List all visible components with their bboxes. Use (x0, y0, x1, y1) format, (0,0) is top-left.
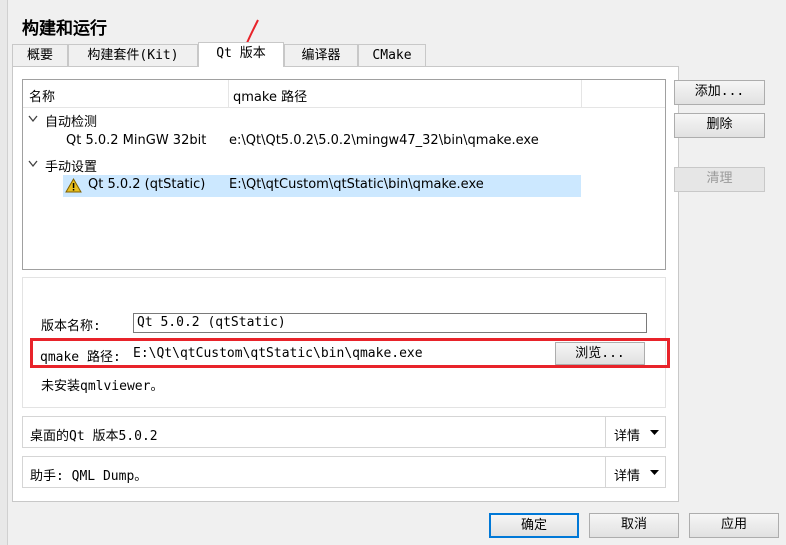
apply-button[interactable]: 应用 (689, 513, 779, 538)
section-assistant: 助手: QML Dump。 详情 (22, 456, 666, 488)
tree-header: 名称 qmake 路径 (23, 80, 665, 108)
tab-qt-versions[interactable]: Qt 版本 (198, 42, 284, 67)
tree-group-auto[interactable]: 自动检测 (23, 109, 665, 130)
section-text: 桌面的Qt 版本5.0.2 (30, 429, 158, 444)
dropdown-arrow-icon (650, 470, 659, 475)
header-divider (228, 80, 229, 108)
qmlviewer-note: 未安装qmlviewer。 (41, 379, 164, 394)
tab-compilers[interactable]: 编译器 (284, 44, 358, 66)
clean-button[interactable]: 清理 (674, 167, 765, 192)
tree-group-manual[interactable]: 手动设置 (23, 154, 665, 175)
cancel-button[interactable]: 取消 (589, 513, 679, 538)
chevron-down-icon[interactable] (28, 160, 38, 168)
details-toggle-button[interactable]: 详情 (605, 457, 665, 487)
annotation-highlight-box (30, 338, 670, 368)
column-header-qmake-path[interactable]: qmake 路径 (233, 86, 307, 105)
tree-row[interactable]: Qt 5.0.2 MinGW 32bit e:\Qt\Qt5.0.2\5.0.2… (63, 131, 581, 153)
warning-icon (65, 178, 82, 193)
versions-tree[interactable]: 名称 qmake 路径 自动检测 Qt 5.0.2 MinGW 32bit e:… (22, 79, 666, 270)
dropdown-arrow-icon (650, 430, 659, 435)
add-button[interactable]: 添加... (674, 80, 765, 105)
column-header-name[interactable]: 名称 (29, 86, 55, 105)
tab-overview[interactable]: 概要 (12, 44, 68, 66)
tree-group-label: 自动检测 (45, 115, 98, 130)
left-edge (0, 0, 8, 545)
remove-button[interactable]: 删除 (674, 113, 765, 138)
details-toggle-button[interactable]: 详情 (605, 417, 665, 447)
tree-row-selected[interactable]: Qt 5.0.2 (qtStatic) E:\Qt\qtCustom\qtSta… (63, 175, 581, 197)
tree-group-label: 手动设置 (45, 160, 98, 175)
version-name-field[interactable]: Qt 5.0.2 (qtStatic) (133, 313, 647, 333)
section-desktop-qt: 桌面的Qt 版本5.0.2 详情 (22, 416, 666, 448)
details-label: 详情 (614, 469, 641, 484)
chevron-down-icon[interactable] (28, 115, 38, 123)
version-name-label: 版本名称: (41, 319, 101, 334)
section-text: 助手: QML Dump。 (30, 469, 148, 484)
tab-cmake[interactable]: CMake (358, 44, 426, 66)
ok-button[interactable]: 确定 (489, 513, 579, 538)
row-name: Qt 5.0.2 MinGW 32bit (66, 133, 207, 148)
row-path: e:\Qt\Qt5.0.2\5.0.2\mingw47_32\bin\qmake… (229, 133, 539, 148)
page-title: 构建和运行 (22, 19, 107, 39)
details-label: 详情 (614, 429, 641, 444)
row-name: Qt 5.0.2 (qtStatic) (88, 177, 206, 192)
tab-kits[interactable]: 构建套件(Kit) (68, 44, 198, 66)
row-path: E:\Qt\qtCustom\qtStatic\bin\qmake.exe (229, 177, 484, 192)
version-name-value: Qt 5.0.2 (qtStatic) (137, 315, 286, 330)
header-divider (581, 80, 582, 108)
